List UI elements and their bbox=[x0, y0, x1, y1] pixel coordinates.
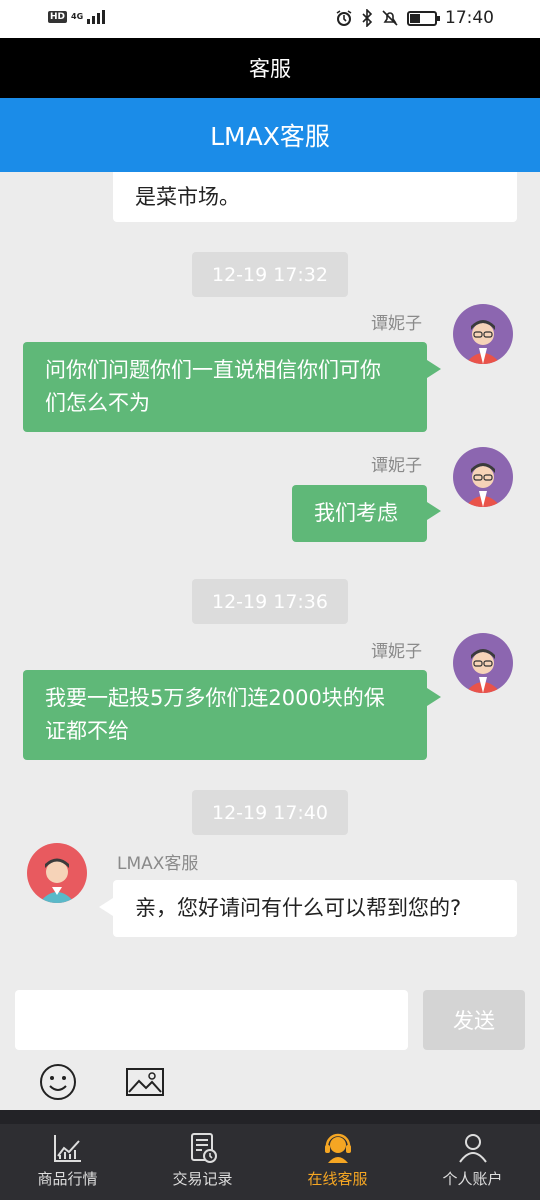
message-text: 是菜市场。 bbox=[135, 184, 240, 209]
status-bar: HD 4G 17:40 bbox=[0, 0, 540, 38]
tab-personal-account[interactable]: 个人账户 bbox=[405, 1132, 540, 1200]
chart-icon bbox=[53, 1135, 81, 1162]
network-type: 4G bbox=[71, 12, 84, 21]
bottom-tab-bar: 商品行情 交易记录 在线客服 个人账户 bbox=[0, 1110, 540, 1200]
tab-market[interactable]: 商品行情 bbox=[0, 1132, 135, 1200]
tab-trade-records[interactable]: 交易记录 bbox=[135, 1132, 270, 1200]
app-title-bar: 客服 bbox=[0, 38, 540, 98]
user-message-bubble: 我们考虑 bbox=[292, 485, 427, 542]
sender-name: LMAX客服 bbox=[117, 854, 199, 874]
person-icon bbox=[458, 1134, 487, 1163]
chat-area[interactable]: 是菜市场。 12-19 17:32 谭妮子 问你们问题你们一直说相信你们可你 们… bbox=[0, 172, 540, 972]
bubble-tail bbox=[427, 360, 441, 378]
hd-badge: HD bbox=[48, 11, 68, 23]
record-icon bbox=[190, 1133, 217, 1163]
message-input[interactable] bbox=[15, 990, 408, 1050]
agent-message-bubble: 是菜市场。 bbox=[113, 172, 517, 222]
mute-icon bbox=[382, 10, 398, 26]
sender-name: 谭妮子 bbox=[371, 642, 422, 662]
tab-label: 商品行情 bbox=[37, 1170, 98, 1188]
chat-title: LMAX客服 bbox=[210, 122, 330, 151]
bluetooth-icon bbox=[362, 9, 373, 27]
message-text-line: 证都不给 bbox=[45, 719, 129, 743]
agent-avatar[interactable] bbox=[27, 843, 87, 903]
input-area: 发送 bbox=[0, 972, 540, 1110]
timestamp: 12-19 17:36 bbox=[192, 579, 348, 624]
message-text: 亲，您好请问有什么可以帮到您的? bbox=[135, 896, 462, 920]
sender-name: 谭妮子 bbox=[371, 456, 422, 476]
user-avatar[interactable] bbox=[453, 447, 513, 507]
message-text-line: 问你们问题你们一直说相信你们可你 bbox=[45, 358, 381, 382]
bubble-tail bbox=[427, 502, 441, 520]
emoji-icon[interactable] bbox=[39, 1063, 77, 1101]
message-text-line: 我要一起投5万多你们连2000块的保 bbox=[45, 686, 385, 710]
battery-icon bbox=[407, 10, 440, 26]
user-message-bubble: 我要一起投5万多你们连2000块的保 证都不给 bbox=[23, 670, 427, 760]
bubble-tail bbox=[99, 898, 113, 916]
tab-label: 交易记录 bbox=[172, 1170, 233, 1188]
chat-header: LMAX客服 bbox=[0, 98, 540, 172]
tab-online-service[interactable]: 在线客服 bbox=[270, 1132, 405, 1200]
image-icon[interactable] bbox=[126, 1068, 164, 1096]
agent-message-bubble: 亲，您好请问有什么可以帮到您的? bbox=[113, 880, 517, 937]
bubble-tail bbox=[427, 688, 441, 706]
app-title: 客服 bbox=[249, 57, 291, 81]
timestamp: 12-19 17:40 bbox=[192, 790, 348, 835]
user-message-bubble: 问你们问题你们一直说相信你们可你 们怎么不为 bbox=[23, 342, 427, 432]
message-text-line: 们怎么不为 bbox=[45, 391, 150, 415]
sender-name: 谭妮子 bbox=[371, 314, 422, 334]
message-text: 我们考虑 bbox=[314, 501, 398, 525]
timestamp: 12-19 17:32 bbox=[192, 252, 348, 297]
headset-icon bbox=[324, 1133, 351, 1163]
user-avatar[interactable] bbox=[453, 304, 513, 364]
send-button[interactable]: 发送 bbox=[423, 990, 525, 1050]
tab-label: 个人账户 bbox=[442, 1170, 503, 1188]
tab-label: 在线客服 bbox=[307, 1170, 368, 1188]
signal-icon bbox=[87, 10, 106, 24]
user-avatar[interactable] bbox=[453, 633, 513, 693]
status-time: 17:40 bbox=[445, 8, 494, 28]
alarm-icon bbox=[336, 10, 352, 26]
